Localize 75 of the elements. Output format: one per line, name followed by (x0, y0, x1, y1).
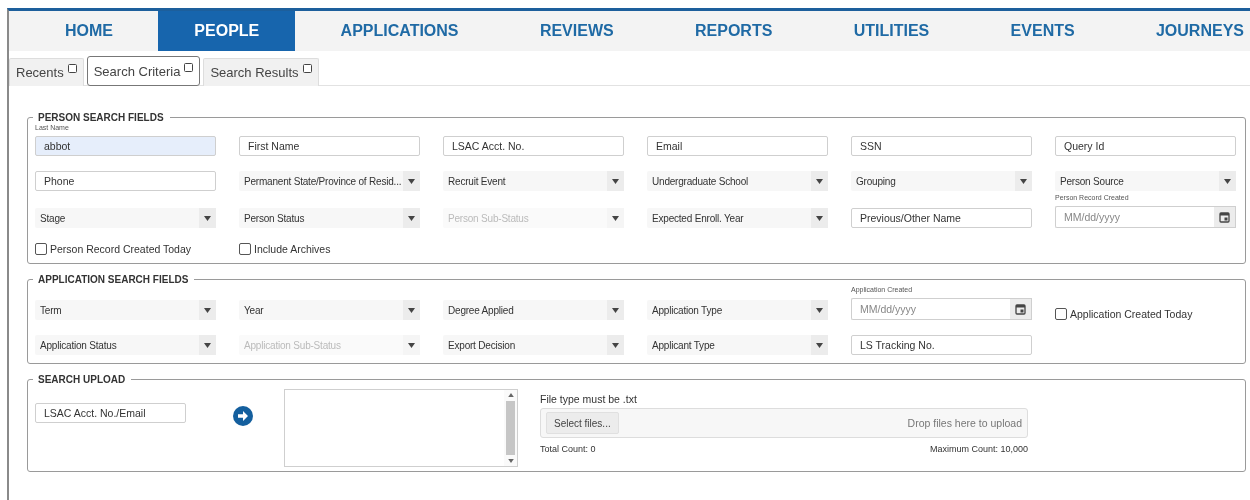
dropdown[interactable]: Person Source (1055, 171, 1236, 191)
dropdown[interactable]: Stage (35, 208, 216, 228)
dropdown[interactable]: Undergraduate School (647, 171, 828, 191)
dropdown[interactable]: Permanent State/Province of Resid... (239, 171, 420, 191)
scroll-down-icon[interactable] (507, 459, 514, 463)
caret-icon (1224, 178, 1231, 184)
checkbox-label: Include Archives (254, 243, 331, 255)
nav-tab[interactable]: UTILITIES (817, 11, 966, 51)
caret-icon (816, 307, 823, 313)
dropdown[interactable]: Person Status (239, 208, 420, 228)
total-count: Total Count: 0 (540, 444, 596, 454)
caret-icon (204, 342, 211, 348)
dropdown[interactable]: Term (35, 300, 216, 320)
nav-tab[interactable]: PEOPLE (158, 11, 296, 51)
caret-icon (612, 178, 619, 184)
dropdown[interactable]: Recruit Event (443, 171, 624, 191)
square-icon[interactable] (302, 64, 312, 73)
text-field[interactable]: Previous/Other Name (851, 208, 1032, 228)
caret-icon (612, 215, 619, 221)
dropdown[interactable]: Grouping (851, 171, 1032, 191)
text-field[interactable]: SSN (851, 136, 1032, 156)
caret-icon (408, 178, 415, 184)
arrow-right-icon[interactable] (233, 406, 253, 426)
nav-tab[interactable]: JOURNEYS (1119, 11, 1250, 51)
maximum-count: Maximum Count: 10,000 (929, 444, 1028, 454)
caret-icon (816, 178, 823, 184)
dropdown[interactable]: Application Status (35, 335, 216, 355)
caret-icon (408, 215, 415, 221)
file-type-hint: File type must be .txt (540, 393, 638, 405)
text-field[interactable]: LSAC Acct. No./Email (35, 403, 186, 423)
dropdown[interactable]: Application Type (647, 300, 828, 320)
square-icon[interactable] (67, 64, 77, 73)
nav-tab[interactable]: EVENTS (974, 11, 1111, 51)
caret-icon (816, 215, 823, 221)
text-field[interactable]: abbot (35, 136, 216, 156)
nav-tab[interactable]: HOME (29, 11, 149, 51)
scroll-up-icon[interactable] (507, 393, 514, 397)
section-title: SEARCH UPLOAD (37, 374, 127, 385)
dropdown[interactable]: Applicant Type (647, 335, 828, 355)
nav-tab[interactable]: REVIEWS (503, 11, 650, 51)
tab[interactable]: Search Results (203, 58, 319, 86)
caret-icon (408, 307, 415, 313)
checkbox-label: Person Record Created Today (50, 243, 192, 255)
square-icon[interactable] (184, 62, 194, 72)
text-field[interactable]: Email (647, 136, 828, 156)
section-title: PERSON SEARCH FIELDS (37, 112, 165, 123)
caret-icon (408, 342, 415, 348)
scrollbar[interactable] (504, 390, 517, 466)
drop-zone[interactable]: Select files... Drop files here to upload (540, 408, 1028, 438)
text-field[interactable]: LS Tracking No. (851, 335, 1032, 355)
caret-icon (1020, 178, 1027, 184)
dropdown[interactable]: Degree Applied (443, 300, 624, 320)
text-field[interactable]: First Name (239, 136, 420, 156)
drop-hint: Drop files here to upload (907, 417, 1022, 429)
caret-icon (204, 215, 211, 221)
dropdown[interactable]: Export Decision (443, 335, 624, 355)
caret-icon (816, 342, 823, 348)
checkbox-label: Application Created Today (1070, 308, 1193, 320)
select-files-button[interactable]: Select files... (546, 412, 619, 434)
checkbox[interactable] (1055, 308, 1067, 320)
caret-icon (612, 342, 619, 348)
nav-tab[interactable]: REPORTS (659, 11, 809, 51)
caret-icon (612, 307, 619, 313)
nav-tab[interactable]: APPLICATIONS (304, 11, 495, 51)
tab[interactable]: Search Criteria (86, 56, 201, 86)
tab[interactable]: Recents (9, 58, 84, 86)
checkbox[interactable] (35, 243, 47, 255)
section-title: APPLICATION SEARCH FIELDS (37, 274, 190, 285)
dropdown[interactable]: Year (239, 300, 420, 320)
dropdown[interactable]: Expected Enroll. Year (647, 208, 828, 228)
text-field[interactable]: Query Id (1055, 136, 1236, 156)
text-field[interactable]: Phone (35, 171, 216, 191)
caret-icon (204, 307, 211, 313)
text-field[interactable]: LSAC Acct. No. (443, 136, 624, 156)
checkbox[interactable] (239, 243, 251, 255)
